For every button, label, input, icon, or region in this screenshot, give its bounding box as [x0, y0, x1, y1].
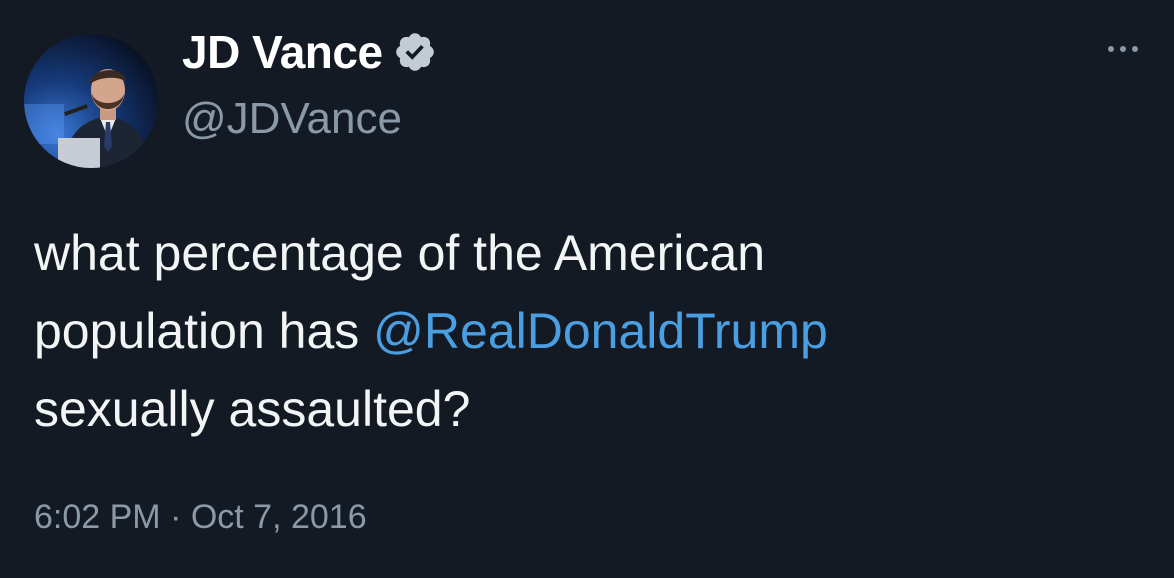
meta-separator: ·	[160, 498, 191, 536]
handle[interactable]: @JDVance	[182, 94, 437, 144]
tweet-line-3: sexually assaulted?	[34, 381, 471, 437]
tweet-card: JD Vance @JDVance what percentage of the…	[0, 0, 1174, 578]
display-name[interactable]: JD Vance	[182, 25, 383, 79]
author-info: JD Vance @JDVance	[182, 24, 437, 144]
verified-badge-icon	[393, 30, 437, 74]
tweet-date: Oct 7, 2016	[190, 498, 367, 536]
tweet-line-2: population has @RealDonaldTrump	[34, 292, 1134, 370]
avatar[interactable]	[24, 34, 158, 168]
tweet-timestamp[interactable]: 6:02 PM · Oct 7, 2016	[34, 498, 367, 537]
more-options-icon[interactable]	[1108, 46, 1138, 52]
avatar-image	[24, 34, 158, 168]
tweet-time: 6:02 PM	[34, 498, 161, 536]
name-row: JD Vance	[182, 24, 437, 80]
tweet-text: what percentage of the American populati…	[34, 214, 1134, 448]
tweet-line-1: what percentage of the American	[34, 225, 766, 281]
tweet-line-2-prefix: population has	[34, 303, 374, 359]
mention-link[interactable]: @RealDonaldTrump	[373, 303, 828, 359]
